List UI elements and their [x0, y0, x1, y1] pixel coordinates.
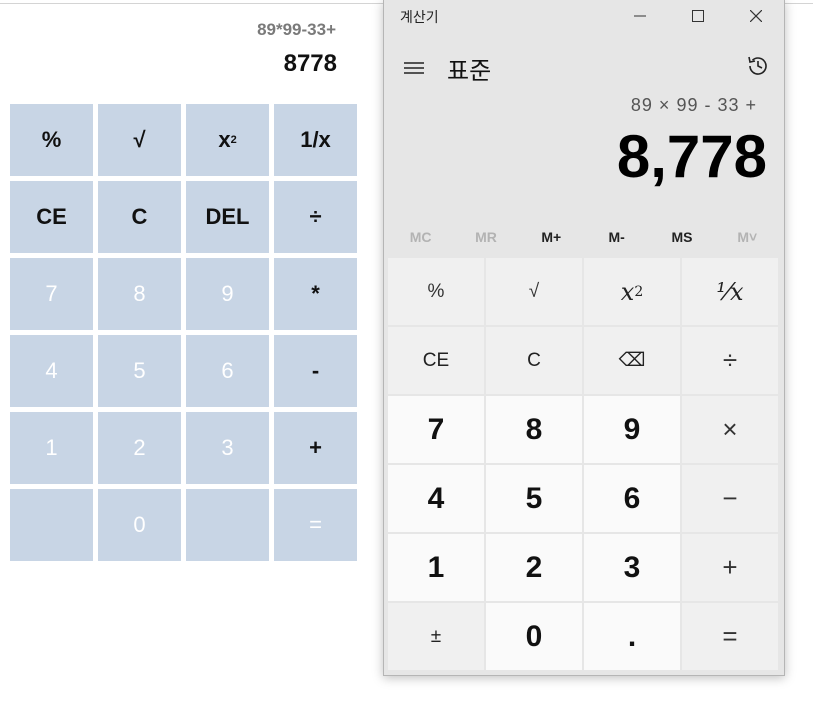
win-key-square[interactable]: x2	[584, 258, 680, 325]
history-icon	[748, 56, 767, 75]
history-button[interactable]	[744, 52, 772, 80]
web-expression-display: 89*99-33+	[257, 20, 336, 39]
memory-store-button[interactable]: MS	[649, 225, 714, 249]
maximize-button[interactable]	[670, 0, 726, 32]
result-display: 8,778	[616, 123, 767, 190]
win-key-subtract[interactable]: −	[682, 465, 778, 532]
key-clear[interactable]: C	[98, 181, 181, 253]
win-key-9[interactable]: 9	[584, 396, 680, 463]
key-subtract[interactable]: -	[274, 335, 357, 407]
key-0[interactable]: 0	[98, 489, 181, 561]
navigation-menu-button[interactable]	[402, 58, 426, 78]
win-key-7[interactable]: 7	[388, 396, 484, 463]
window-title: 계산기	[400, 9, 439, 25]
key-5[interactable]: 5	[98, 335, 181, 407]
key-multiply[interactable]: *	[274, 258, 357, 330]
win-keypad: % √ x 2 ⅟x CE C ⌫ ÷ 7 8 9 × 4 5 6−1 2 3 + ±0. =	[388, 258, 778, 670]
key-sqrt[interactable]: √	[98, 104, 181, 176]
win-key-sqrt[interactable]: √	[486, 258, 582, 325]
close-icon	[750, 10, 762, 22]
web-keypad: % √ x 2 1/x CE C DEL ÷ 7 8 9 * 4 5 6- 1 2 3 +0 =	[10, 104, 357, 561]
key-2[interactable]: 2	[98, 412, 181, 484]
win-key-6[interactable]: 6	[584, 465, 680, 532]
win-key-multiply[interactable]: ×	[682, 396, 778, 463]
win-key-divide[interactable]: ÷	[682, 327, 778, 394]
title-bar[interactable]: 계산기	[384, 0, 784, 32]
win-key-3[interactable]: 3	[584, 534, 680, 601]
key-delete[interactable]: DEL	[186, 181, 269, 253]
win-key-reciprocal[interactable]: ⅟x	[682, 258, 778, 325]
win-key-1[interactable]: 1	[388, 534, 484, 601]
mode-title: 표준	[447, 58, 492, 85]
win-key-clear[interactable]: C	[486, 327, 582, 394]
win-key-square-exponent: 2	[634, 283, 644, 300]
key-6[interactable]: 6	[186, 335, 269, 407]
calculator-window: 계산기 표준 89 × 99 - 33 + 8,778 MC MR M+ M- MS M˅…	[383, 0, 785, 676]
memory-clear-button[interactable]: MC	[388, 225, 453, 249]
minimize-button[interactable]	[612, 0, 668, 32]
web-result-display: 8778	[283, 50, 337, 77]
win-key-backspace[interactable]: ⌫	[584, 327, 680, 394]
key-divide[interactable]: ÷	[274, 181, 357, 253]
maximize-icon	[692, 10, 704, 22]
win-key-clear-entry[interactable]: CE	[388, 327, 484, 394]
win-key-2[interactable]: 2	[486, 534, 582, 601]
memory-add-button[interactable]: M+	[519, 225, 584, 249]
key-square[interactable]: x2	[186, 104, 269, 176]
win-key-equals[interactable]: =	[682, 603, 778, 670]
win-key-decimal[interactable]: .	[584, 603, 680, 670]
minimize-icon	[634, 15, 646, 17]
key-percent[interactable]: %	[10, 104, 93, 176]
win-key-4[interactable]: 4	[388, 465, 484, 532]
key-7[interactable]: 7	[10, 258, 93, 330]
key-blank-left[interactable]	[10, 489, 93, 561]
key-equals[interactable]: =	[274, 489, 357, 561]
key-clear-entry[interactable]: CE	[10, 181, 93, 253]
expression-display: 89 × 99 - 33 +	[630, 95, 757, 115]
hamburger-icon	[404, 62, 424, 74]
key-reciprocal[interactable]: 1/x	[274, 104, 357, 176]
win-key-5[interactable]: 5	[486, 465, 582, 532]
win-key-0[interactable]: 0	[486, 603, 582, 670]
key-4[interactable]: 4	[10, 335, 93, 407]
memory-list-button[interactable]: M˅	[715, 225, 780, 249]
key-1[interactable]: 1	[10, 412, 93, 484]
memory-subtract-button[interactable]: M-	[584, 225, 649, 249]
key-9[interactable]: 9	[186, 258, 269, 330]
win-key-negate[interactable]: ±	[388, 603, 484, 670]
key-add[interactable]: +	[274, 412, 357, 484]
memory-recall-button[interactable]: MR	[453, 225, 518, 249]
key-blank-right[interactable]	[186, 489, 269, 561]
close-button[interactable]	[728, 0, 784, 32]
key-3[interactable]: 3	[186, 412, 269, 484]
memory-row: MC MR M+ M- MS M˅	[388, 225, 780, 249]
win-key-percent[interactable]: %	[388, 258, 484, 325]
win-key-add[interactable]: +	[682, 534, 778, 601]
key-8[interactable]: 8	[98, 258, 181, 330]
win-key-8[interactable]: 8	[486, 396, 582, 463]
